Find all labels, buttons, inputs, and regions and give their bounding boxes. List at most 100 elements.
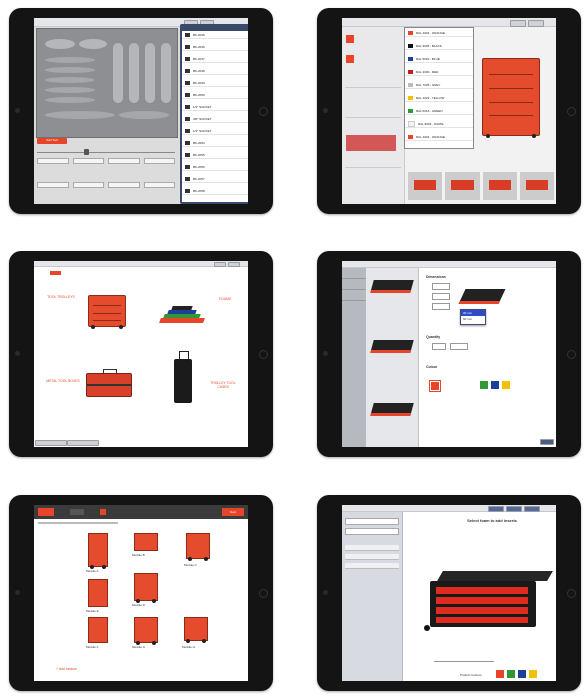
value-field[interactable] [72, 158, 104, 164]
panel-row[interactable] [345, 545, 399, 551]
category-label-trolley-tool-cases[interactable]: TROLLEY TOOL CASES [206, 381, 240, 389]
panel-row[interactable] [345, 563, 399, 569]
category-label-tool-trolleys[interactable]: TOOL TROLLEYS [46, 295, 76, 299]
colour-option[interactable]: RAL 2004 - ORANGE [405, 134, 473, 141]
foam-item[interactable] [370, 340, 414, 353]
panel-row[interactable] [345, 554, 399, 560]
toolbar-button[interactable] [214, 262, 226, 267]
selected-swatch[interactable] [346, 55, 354, 63]
colour-option[interactable]: RAL 7035 - GREY [405, 82, 473, 89]
colour-option[interactable]: RAL 5002 - BLUE [405, 56, 473, 63]
toolbar-button[interactable] [528, 20, 544, 27]
toolbar-button[interactable] [524, 506, 540, 512]
panel-field[interactable] [345, 528, 399, 535]
value-field[interactable] [72, 182, 104, 188]
product-thumbnail[interactable] [445, 172, 480, 200]
colour-option[interactable]: RAL 6018 - GREEN [405, 108, 473, 115]
tool-cutout[interactable] [45, 97, 95, 103]
header-icon[interactable] [100, 509, 106, 515]
module-item[interactable] [134, 573, 158, 603]
list-item[interactable]: BK-2049 [182, 80, 248, 87]
search-field[interactable] [434, 657, 494, 662]
tool-cutout[interactable] [45, 39, 75, 49]
product-thumbnail[interactable] [519, 172, 554, 200]
header-tab[interactable] [70, 509, 84, 515]
quantity-field[interactable] [450, 343, 468, 350]
value-field[interactable] [143, 182, 175, 188]
list-item[interactable]: 1/2" SOCKET [182, 104, 248, 111]
colour-swatch-red[interactable] [496, 670, 504, 678]
action-button[interactable]: Add Tool [37, 138, 67, 144]
value-field[interactable] [37, 158, 69, 164]
value-field[interactable] [37, 182, 69, 188]
value-field[interactable] [108, 158, 140, 164]
list-item[interactable]: BK-2056 [182, 164, 248, 171]
list-item[interactable]: BK-2054 [182, 140, 248, 147]
toolbar-button[interactable] [510, 20, 526, 27]
panel-field[interactable] [345, 518, 399, 525]
footer-button[interactable] [35, 440, 67, 446]
module-item[interactable] [134, 617, 158, 645]
value-field[interactable] [108, 182, 140, 188]
add-module-link[interactable]: + Add module [56, 667, 86, 671]
foam-item[interactable] [370, 403, 414, 416]
list-item[interactable]: BK-2055 [182, 152, 248, 159]
dimension-input[interactable] [432, 293, 450, 300]
module-item[interactable] [88, 579, 108, 607]
list-item[interactable]: BK-2058 [182, 188, 248, 195]
foams-image[interactable] [159, 299, 205, 323]
drawer-canvas[interactable] [36, 28, 178, 138]
tool-cutout[interactable] [79, 39, 107, 49]
list-item[interactable]: BK-2050 [182, 92, 248, 99]
tool-cutout[interactable] [45, 57, 95, 63]
colour-swatch-red[interactable] [429, 380, 441, 392]
colour-option[interactable]: RAL 1023 - YELLOW [405, 95, 473, 102]
home-button[interactable] [259, 350, 268, 359]
tool-cutout[interactable] [45, 87, 95, 93]
list-item[interactable]: 3/8" SOCKET [182, 116, 248, 123]
toolbar-button[interactable] [488, 506, 504, 512]
home-button[interactable] [259, 107, 268, 116]
colour-option[interactable]: RAL 3000 - RED [405, 69, 473, 76]
module-item[interactable] [88, 533, 108, 569]
toolbar-button[interactable] [228, 262, 240, 267]
tool-cutout[interactable] [145, 43, 155, 103]
product-thumbnail[interactable] [346, 135, 396, 151]
colour-option[interactable]: RAL 9005 - BLACK [405, 43, 473, 50]
tool-cutout[interactable] [119, 111, 169, 119]
module-item[interactable] [186, 533, 210, 561]
tool-cutout[interactable] [113, 43, 123, 103]
metal-tool-box-image[interactable] [86, 369, 132, 397]
tool-cutout[interactable] [45, 111, 115, 119]
colour-swatch-yellow[interactable] [529, 670, 537, 678]
colour-swatch-blue[interactable] [491, 381, 499, 389]
tool-cutout[interactable] [45, 77, 95, 83]
module-item[interactable] [134, 533, 158, 551]
tool-cutout[interactable] [129, 43, 139, 103]
footer-button[interactable] [540, 439, 554, 445]
colour-swatch-green[interactable] [480, 381, 488, 389]
category-label-metal-tool-boxes[interactable]: METAL TOOL BOXES [46, 379, 80, 383]
list-item[interactable]: BK-2048 [182, 68, 248, 75]
list-item[interactable]: 1/4" SOCKET [182, 128, 248, 135]
value-field[interactable] [143, 158, 175, 164]
colour-swatch-blue[interactable] [518, 670, 526, 678]
tool-trolley-image[interactable] [88, 295, 126, 329]
list-item[interactable]: BK-2045 [182, 32, 248, 39]
home-button[interactable] [259, 589, 268, 598]
selected-swatch[interactable] [346, 35, 354, 43]
home-button[interactable] [567, 589, 576, 598]
colour-swatch-green[interactable] [507, 670, 515, 678]
tool-cutout[interactable] [45, 67, 95, 73]
colour-option[interactable]: RAL 9003 - WHITE [405, 121, 473, 128]
trolley-case-image[interactable] [174, 351, 192, 403]
product-thumbnail[interactable] [408, 172, 443, 200]
module-item[interactable] [184, 617, 208, 643]
home-button[interactable] [567, 107, 576, 116]
colour-swatch-yellow[interactable] [502, 381, 510, 389]
product-thumbnail[interactable] [482, 172, 517, 200]
tool-cutout[interactable] [161, 43, 171, 103]
list-item[interactable]: BK-2057 [182, 176, 248, 183]
list-item[interactable]: BK-2046 [182, 44, 248, 51]
quantity-stepper[interactable] [432, 343, 446, 350]
